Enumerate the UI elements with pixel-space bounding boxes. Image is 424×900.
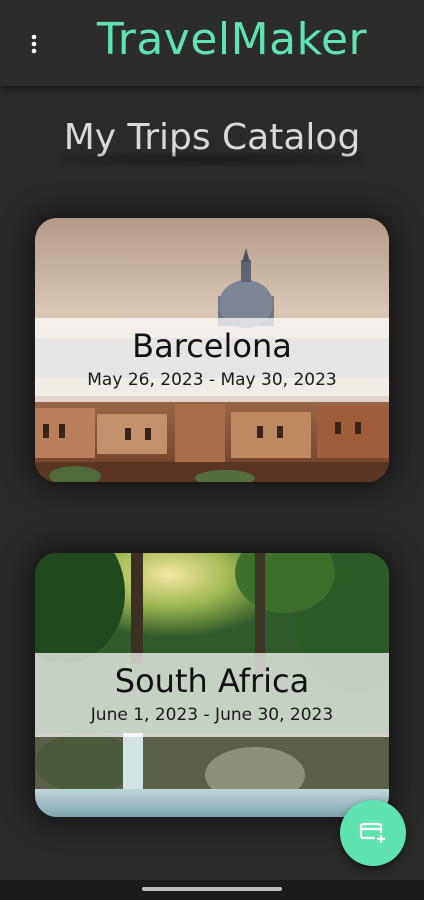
overflow-menu-button[interactable] [18, 28, 50, 60]
system-navigation-bar [0, 880, 424, 900]
trip-info-overlay: Barcelona May 26, 2023 - May 30, 2023 [35, 318, 389, 402]
trip-dates: May 26, 2023 - May 30, 2023 [87, 370, 337, 390]
trip-info-overlay: South Africa June 1, 2023 - June 30, 202… [35, 653, 389, 737]
app-title: TravelMaker [96, 14, 368, 65]
trip-name: Barcelona [132, 327, 292, 365]
trip-name: South Africa [114, 662, 310, 700]
trip-dates: June 1, 2023 - June 30, 2023 [90, 705, 334, 725]
add-trip-fab[interactable] [340, 800, 406, 866]
home-gesture-handle[interactable] [142, 887, 282, 891]
heading-divider-shadow [60, 152, 364, 166]
add-card-icon [359, 822, 387, 845]
trip-card[interactable]: Barcelona May 26, 2023 - May 30, 2023 [35, 218, 389, 482]
trip-card[interactable]: South Africa June 1, 2023 - June 30, 202… [35, 553, 389, 817]
app-bar: TravelMaker [0, 0, 424, 86]
more-vert-icon [31, 34, 37, 54]
